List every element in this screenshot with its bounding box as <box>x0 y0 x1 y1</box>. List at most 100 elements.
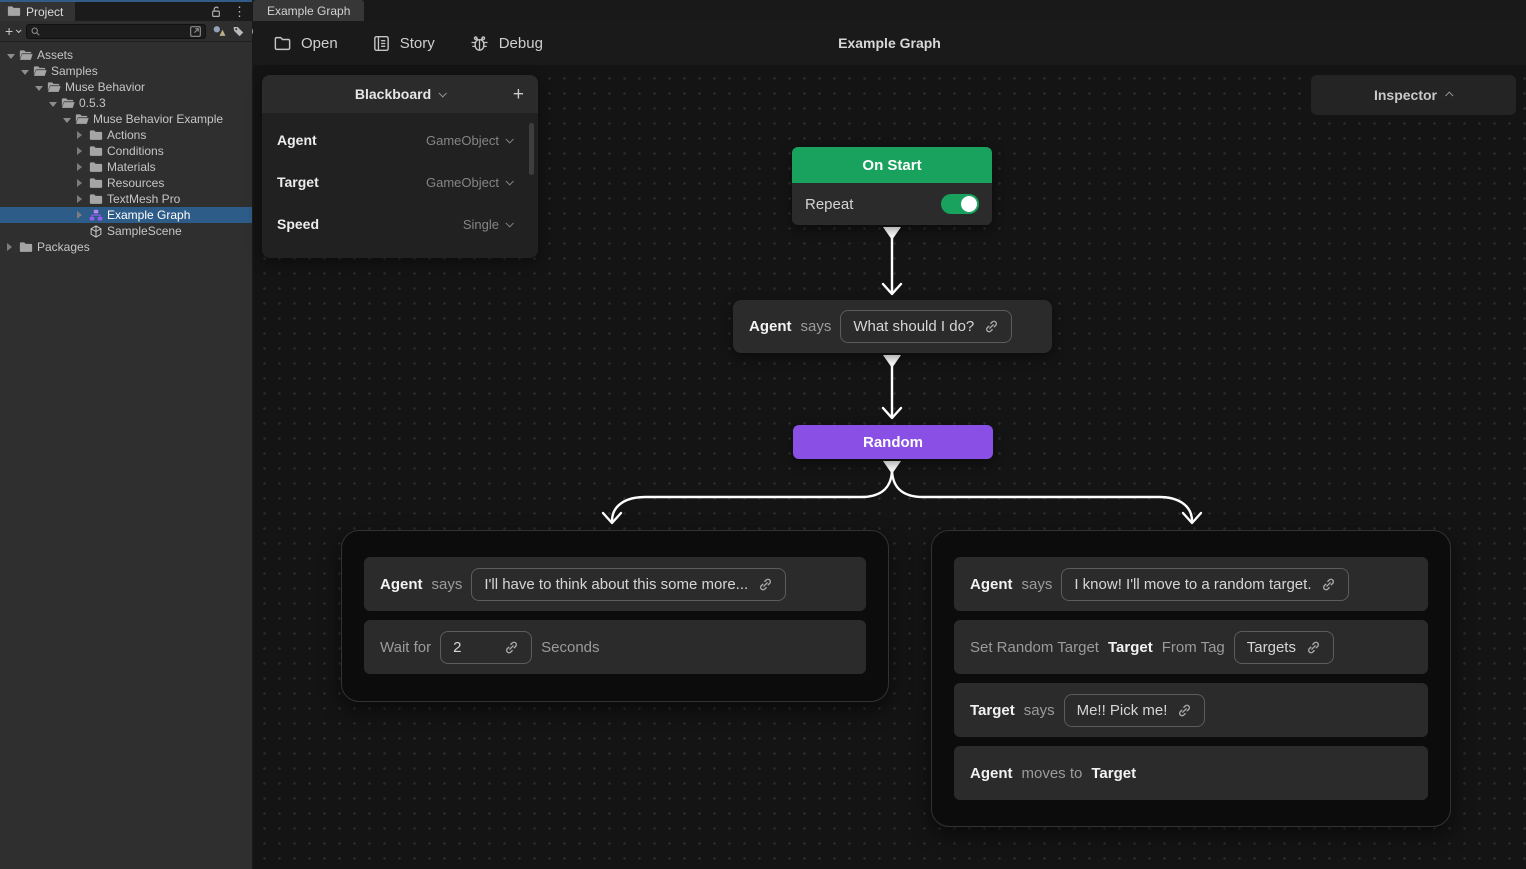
caret-expanded-icon[interactable] <box>7 48 15 62</box>
chevron-down-icon <box>505 219 513 227</box>
search-icon <box>30 26 41 37</box>
caret-expanded-icon[interactable] <box>35 80 43 94</box>
label-icon <box>232 25 245 38</box>
graph-toolbar: Example Graph Open Story Debug <box>253 21 1526 65</box>
node-on-start[interactable]: On Start Repeat <box>792 147 992 225</box>
repeat-toggle[interactable] <box>941 194 979 214</box>
tree-item-muse-behavior[interactable]: Muse Behavior <box>0 79 252 95</box>
folder-icon <box>19 241 33 254</box>
add-asset-button[interactable]: + <box>5 24 20 38</box>
variable-type-dropdown[interactable]: GameObject <box>426 175 512 190</box>
lock-open-icon[interactable] <box>209 5 223 19</box>
blackboard-variable-row[interactable]: Agent GameObject <box>262 119 538 161</box>
caret-collapsed-icon[interactable] <box>77 144 85 158</box>
folder-icon <box>89 161 103 174</box>
tree-item-conditions[interactable]: Conditions <box>0 143 252 159</box>
project-panel-tabbar: Project ⋮ <box>0 0 252 21</box>
link-icon[interactable] <box>1177 703 1192 718</box>
chevron-down-icon <box>505 135 513 143</box>
blackboard-panel: Blackboard + Agent GameObject Target Gam… <box>262 75 538 258</box>
blackboard-header[interactable]: Blackboard + <box>262 75 538 113</box>
tree-item-resources[interactable]: Resources <box>0 175 252 191</box>
dialogue-value-field[interactable]: I'll have to think about this some more.… <box>471 568 786 601</box>
variable-type-dropdown[interactable]: Single <box>463 217 512 232</box>
tab-project-label: Project <box>26 5 63 19</box>
node-group-think[interactable]: Agent says I'll have to think about this… <box>341 530 889 702</box>
project-tree: Assets Samples Muse Behavior 0.5.3 Muse … <box>0 42 252 255</box>
graph-canvas[interactable]: Blackboard + Agent GameObject Target Gam… <box>253 65 1526 869</box>
node-target-says[interactable]: Target says Me!! Pick me! <box>954 683 1428 737</box>
dialogue-value-field[interactable]: Me!! Pick me! <box>1064 694 1206 727</box>
caret-collapsed-icon[interactable] <box>77 208 85 222</box>
scrollbar-thumb[interactable] <box>529 123 534 175</box>
node-agent-says-think[interactable]: Agent says I'll have to think about this… <box>364 557 866 611</box>
tree-item-materials[interactable]: Materials <box>0 159 252 175</box>
tree-item-packages[interactable]: Packages <box>0 239 252 255</box>
caret-collapsed-icon[interactable] <box>77 128 85 142</box>
node-agent-moves-to[interactable]: Agent moves to Target <box>954 746 1428 800</box>
tree-item-muse-behavior-example[interactable]: Muse Behavior Example <box>0 111 252 127</box>
blackboard-title: Blackboard <box>355 86 431 102</box>
story-button[interactable]: Story <box>372 34 435 53</box>
tree-item-samplescene[interactable]: SampleScene <box>0 223 252 239</box>
tab-example-graph[interactable]: Example Graph <box>253 0 364 21</box>
tab-project[interactable]: Project <box>0 2 75 21</box>
filter-by-label-button[interactable] <box>232 25 245 38</box>
dialogue-value-field[interactable]: I know! I'll move to a random target. <box>1061 568 1349 601</box>
search-input[interactable] <box>44 25 186 37</box>
node-agent-says-know[interactable]: Agent says I know! I'll move to a random… <box>954 557 1428 611</box>
open-button[interactable]: Open <box>273 34 338 53</box>
bug-icon <box>469 34 490 53</box>
tree-item-samples[interactable]: Samples <box>0 63 252 79</box>
search-field[interactable] <box>26 24 206 39</box>
caret-expanded-icon[interactable] <box>21 64 29 78</box>
chevron-down-icon <box>16 27 22 33</box>
dialogue-value-field[interactable]: What should I do? <box>840 310 1012 343</box>
tag-value-field[interactable]: Targets <box>1234 631 1334 664</box>
link-icon[interactable] <box>504 640 519 655</box>
repeat-label: Repeat <box>805 196 853 213</box>
project-panel: Project ⋮ + 16 Assets <box>0 0 253 869</box>
tree-item-version[interactable]: 0.5.3 <box>0 95 252 111</box>
behavior-graph-icon <box>89 209 103 222</box>
link-icon[interactable] <box>1321 577 1336 592</box>
blackboard-variable-row[interactable]: Speed Single <box>262 203 538 245</box>
caret-expanded-icon[interactable] <box>49 96 57 110</box>
blackboard-body: Agent GameObject Target GameObject Speed <box>262 113 538 245</box>
inspector-toggle-button[interactable]: Inspector <box>1311 75 1516 115</box>
folder-open-icon <box>47 81 61 94</box>
caret-expanded-icon[interactable] <box>63 112 71 126</box>
chevron-down-icon <box>439 89 447 97</box>
node-set-random-target[interactable]: Set Random Target Target From Tag Target… <box>954 620 1428 674</box>
node-agent-says-question[interactable]: Agent says What should I do? <box>733 300 1052 353</box>
wait-duration-field[interactable]: 2 <box>440 631 532 664</box>
filter-by-type-button[interactable] <box>212 24 226 38</box>
on-start-header[interactable]: On Start <box>792 147 992 183</box>
folder-icon <box>89 145 103 158</box>
blackboard-add-button[interactable]: + <box>513 85 524 104</box>
caret-collapsed-icon[interactable] <box>77 192 85 206</box>
link-icon[interactable] <box>758 577 773 592</box>
folder-icon <box>89 129 103 142</box>
story-icon <box>372 34 391 53</box>
tree-item-textmesh-pro[interactable]: TextMesh Pro <box>0 191 252 207</box>
variable-type-dropdown[interactable]: GameObject <box>426 133 512 148</box>
node-random[interactable]: Random <box>793 425 993 459</box>
caret-collapsed-icon[interactable] <box>77 176 85 190</box>
link-icon[interactable] <box>1306 640 1321 655</box>
debug-button[interactable]: Debug <box>469 34 543 53</box>
node-group-move[interactable]: Agent says I know! I'll move to a random… <box>931 530 1451 827</box>
graph-panel: Example Graph Example Graph Open Story D… <box>253 0 1526 869</box>
kebab-menu-icon[interactable]: ⋮ <box>233 4 246 20</box>
tree-item-example-graph[interactable]: Example Graph <box>0 207 252 223</box>
caret-collapsed-icon[interactable] <box>7 240 15 254</box>
node-wait[interactable]: Wait for 2 Seconds <box>364 620 866 674</box>
open-in-window-icon[interactable] <box>189 25 202 38</box>
caret-collapsed-icon[interactable] <box>77 160 85 174</box>
folder-icon <box>89 193 103 206</box>
link-icon[interactable] <box>984 319 999 334</box>
tree-item-assets[interactable]: Assets <box>0 47 252 63</box>
folder-open-icon <box>19 49 33 62</box>
tree-item-actions[interactable]: Actions <box>0 127 252 143</box>
blackboard-variable-row[interactable]: Target GameObject <box>262 161 538 203</box>
